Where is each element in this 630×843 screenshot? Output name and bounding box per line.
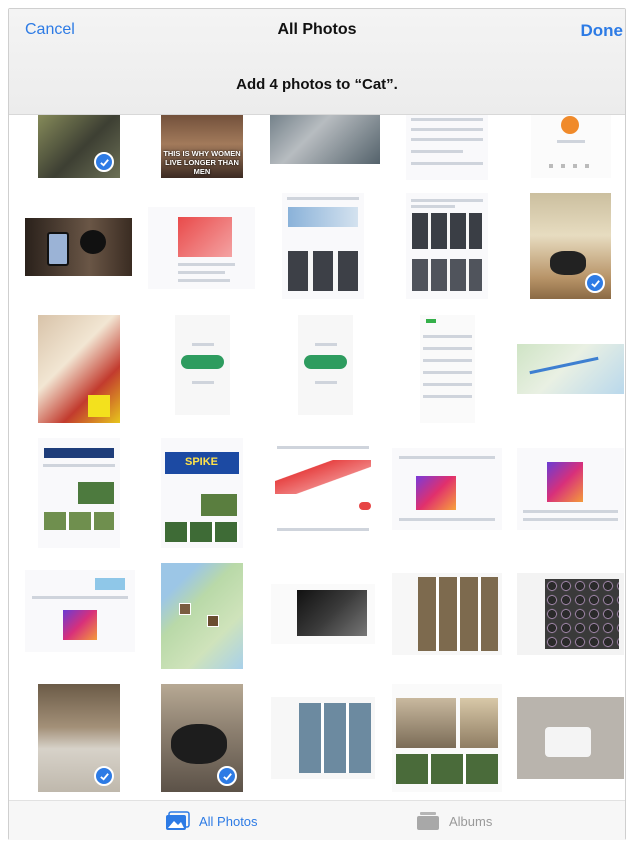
photo-thumb-photos-app-4[interactable] — [271, 697, 375, 779]
selected-checkmark-icon — [94, 766, 114, 786]
photo-thumb-meme[interactable]: THIS IS WHY WOMEN LIVE LONGER THAN MEN — [161, 110, 243, 178]
tab-albums-label: Albums — [449, 813, 493, 829]
photo-thumb-kitchen[interactable] — [38, 684, 120, 792]
photo-thumb-phone-cat[interactable] — [25, 218, 132, 276]
photo-thumb-cat-grass[interactable] — [38, 110, 120, 178]
photo-thumb-red-site[interactable] — [148, 207, 255, 289]
bottom-tab-bar: All Photos Albums — [9, 800, 625, 840]
photo-thumb-car-site-1[interactable] — [282, 193, 364, 299]
photos-icon — [166, 811, 190, 830]
photo-thumb-europe-map[interactable] — [161, 563, 243, 669]
photo-thumb-map-screenshot[interactable] — [517, 344, 624, 394]
photo-thumb-new-album-dialog[interactable] — [517, 697, 624, 779]
selected-checkmark-icon — [94, 152, 114, 172]
photo-thumb-instagram-site-3[interactable] — [25, 570, 135, 652]
done-button[interactable]: Done — [581, 21, 624, 41]
photo-thumb-table[interactable] — [270, 110, 380, 164]
selected-checkmark-icon — [585, 273, 605, 293]
photo-thumb-instagram-site-1[interactable] — [392, 448, 502, 530]
photo-thumb-photos-app-1[interactable] — [271, 584, 375, 644]
photo-thumb-settings-red[interactable] — [271, 438, 375, 548]
selection-prompt: Add 4 photos to “Cat”. — [236, 76, 398, 93]
albums-icon — [417, 812, 439, 830]
photo-thumb-list-app[interactable] — [420, 315, 475, 423]
spike-banner-text: SPIKE — [185, 456, 219, 468]
photo-thumb-for-you[interactable] — [392, 684, 502, 792]
photo-thumb-photos-app-2[interactable] — [392, 573, 502, 655]
meme-caption: THIS IS WHY WOMEN LIVE LONGER THAN MEN — [163, 149, 241, 176]
photo-thumb-car-site-2[interactable] — [406, 193, 488, 299]
photo-thumb-cat-chair[interactable] — [530, 193, 611, 299]
photo-thumb-news-site-1[interactable] — [38, 438, 120, 548]
tab-all-photos[interactable]: All Photos — [165, 811, 258, 831]
photo-thumb-screenshot-form[interactable] — [406, 110, 488, 180]
selected-checkmark-icon — [217, 766, 237, 786]
tab-albums[interactable]: Albums — [415, 811, 492, 831]
tab-all-photos-label: All Photos — [199, 813, 258, 829]
photo-thumb-instagram-site-2[interactable] — [517, 448, 624, 530]
page-title: All Photos — [277, 21, 357, 38]
photo-thumb-news-site-2[interactable]: SPIKE — [161, 438, 243, 548]
photo-thumb-packaging[interactable] — [38, 315, 120, 423]
photo-thumb-cat-floor[interactable] — [161, 684, 243, 792]
photo-thumb-app-screen[interactable] — [531, 110, 611, 178]
photo-thumb-car-app-1[interactable] — [175, 315, 230, 415]
photo-thumb-photos-app-3[interactable] — [517, 573, 624, 655]
photo-thumb-car-app-2[interactable] — [298, 315, 353, 415]
picker-header: Cancel All Photos Done Add 4 photos to “… — [9, 9, 625, 115]
